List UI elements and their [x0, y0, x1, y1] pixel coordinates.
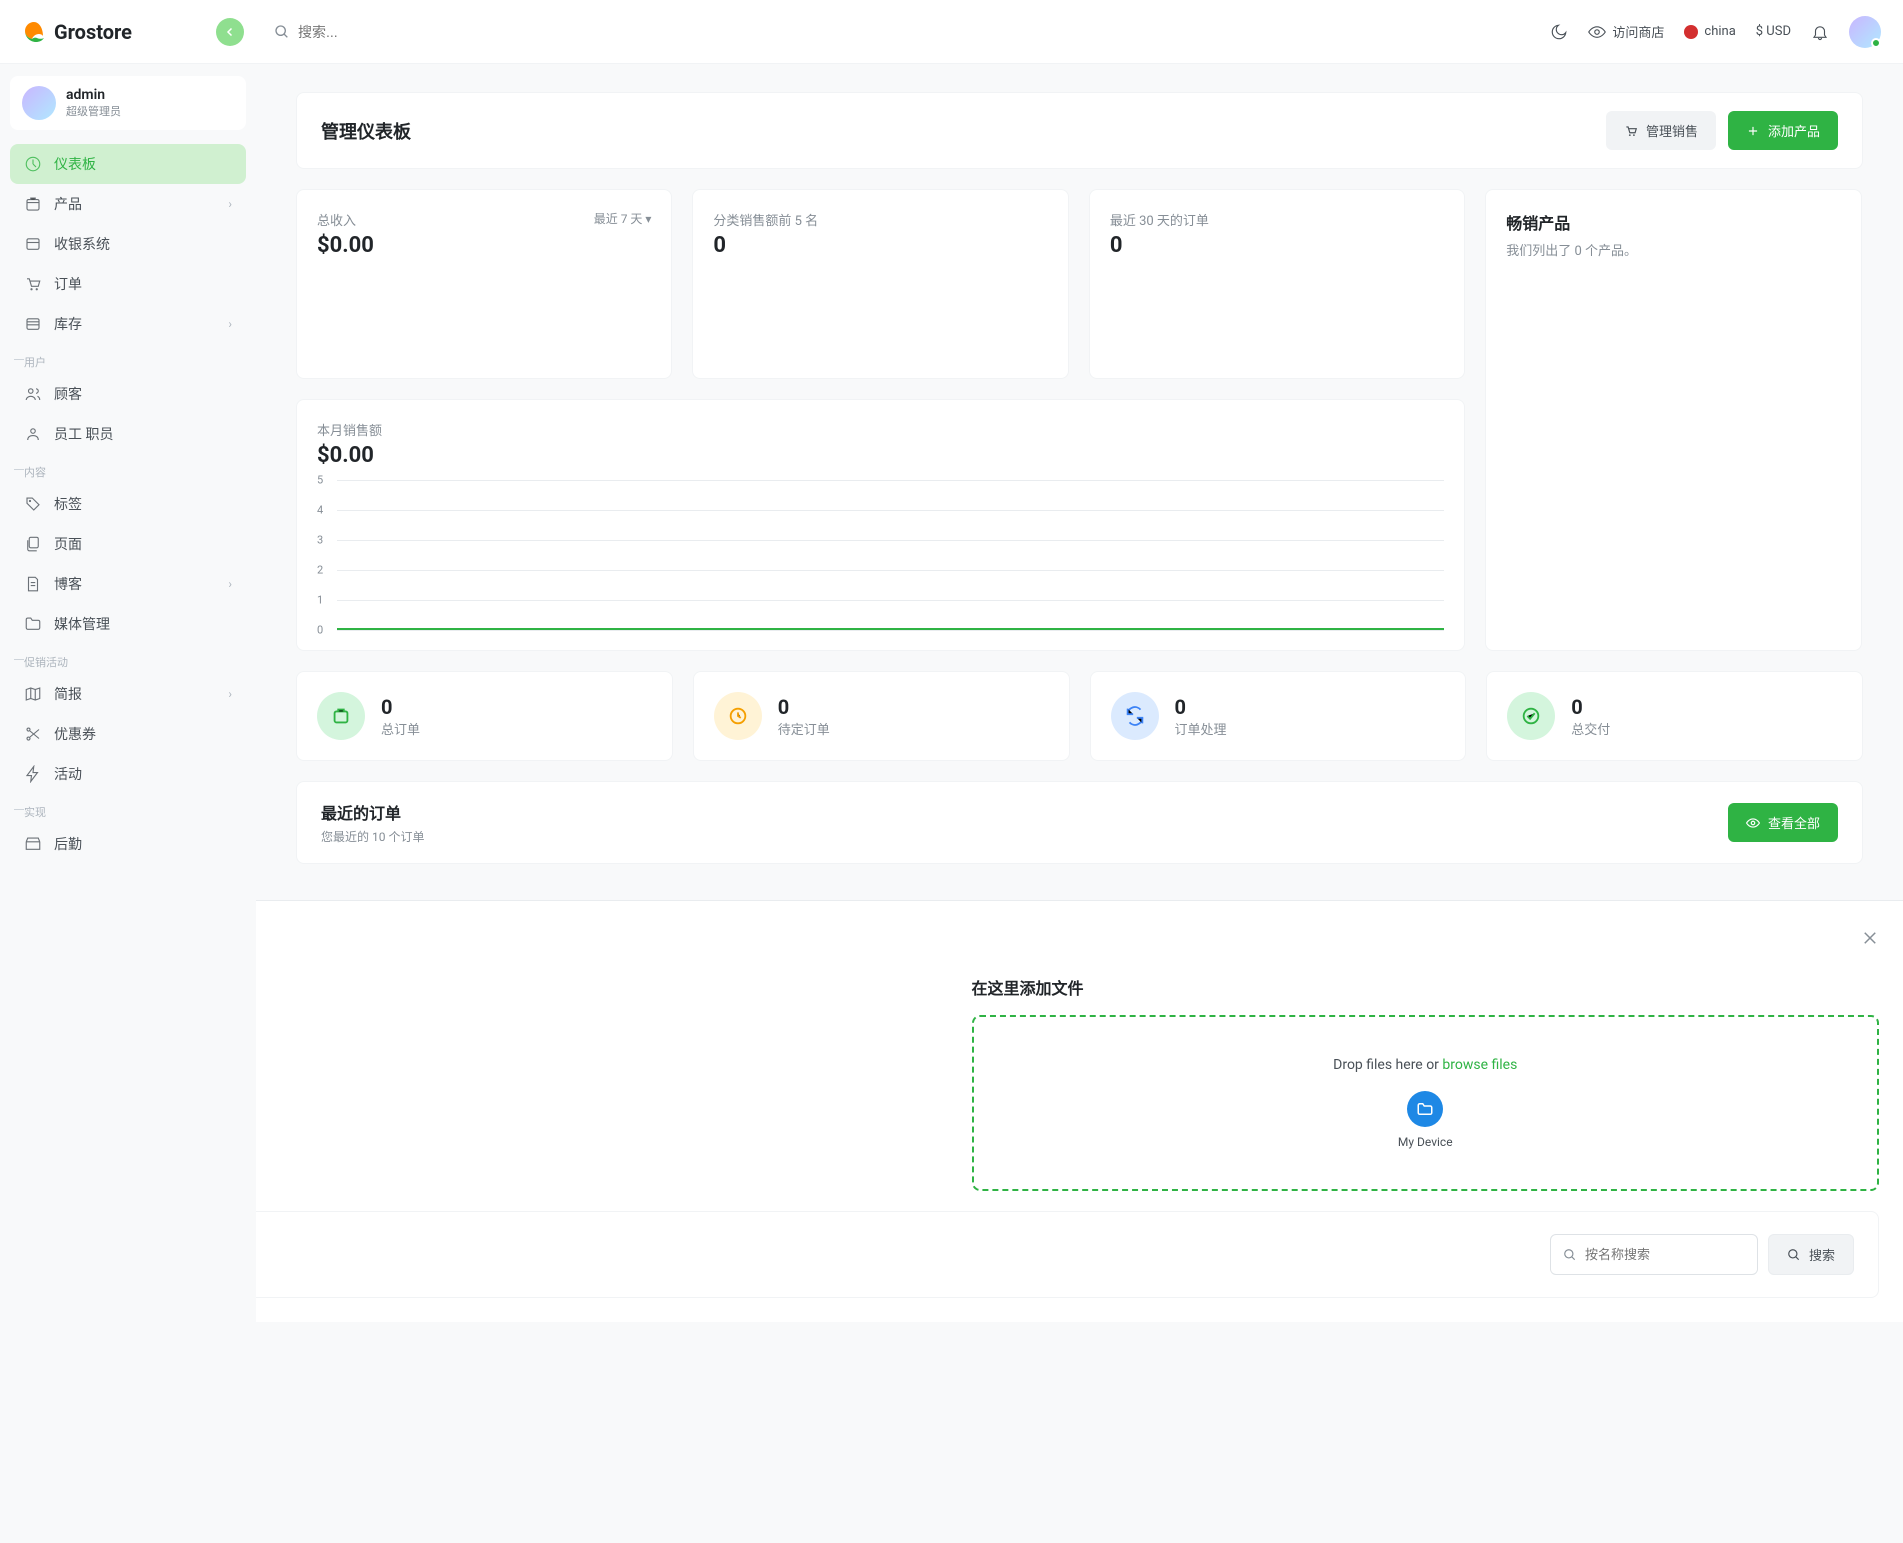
chevron-left-icon: [224, 26, 236, 38]
nav-pos[interactable]: 收银系统: [10, 224, 246, 264]
device-icon[interactable]: [1407, 1091, 1443, 1127]
counter-card: 0 待定订单: [693, 671, 1070, 761]
media-search-input[interactable]: [1585, 1247, 1745, 1262]
nav-products[interactable]: 产品 ›: [10, 184, 246, 224]
page-title: 管理仪表板: [321, 118, 411, 144]
sidebar-user-card[interactable]: admin 超级管理员: [10, 76, 246, 130]
chevron-right-icon: ›: [228, 687, 232, 701]
nav-blog[interactable]: 博客 ›: [10, 564, 246, 604]
nav-inventory[interactable]: 库存 ›: [10, 304, 246, 344]
nav-section-realize: 实现: [10, 794, 246, 824]
media-search-wrap[interactable]: [1550, 1234, 1758, 1275]
notifications-icon[interactable]: [1811, 23, 1829, 41]
recent-orders-card: 最近的订单 您最近的 10 个订单 查看全部: [296, 781, 1863, 864]
file-dropzone[interactable]: Drop files here or browse files My Devic…: [972, 1015, 1880, 1191]
revenue-range-dropdown[interactable]: 最近 7 天 ▾: [594, 210, 652, 227]
tag-icon: [24, 495, 42, 513]
nav-section-content: 内容: [10, 454, 246, 484]
header-search-input[interactable]: [298, 24, 598, 40]
sidebar-user-name: admin: [66, 87, 121, 103]
inventory-icon: [24, 315, 42, 333]
revenue-card: 最近 7 天 ▾ 总收入 $0.00: [296, 189, 672, 379]
nav-section-promo: 促销活动: [10, 644, 246, 674]
chevron-right-icon: ›: [228, 197, 232, 211]
counter-icon: [1111, 692, 1159, 740]
logo-area[interactable]: Grostore: [22, 20, 232, 44]
package-icon: [24, 195, 42, 213]
nav-pages[interactable]: 页面: [10, 524, 246, 564]
manage-sales-button[interactable]: 管理销售: [1606, 111, 1716, 150]
nav-coupons[interactable]: 优惠券: [10, 714, 246, 754]
page-header: 管理仪表板 管理销售 添加产品: [296, 92, 1863, 169]
plus-icon: [1746, 124, 1760, 138]
language-selector[interactable]: china: [1684, 24, 1735, 39]
sidebar-collapse-button[interactable]: [216, 18, 244, 46]
nav-newsletter[interactable]: 简报 ›: [10, 674, 246, 714]
monthly-sales-chart: 012345: [317, 480, 1444, 630]
currency-selector[interactable]: $ USD: [1756, 24, 1791, 39]
flag-icon: [1684, 25, 1698, 39]
browse-files-link[interactable]: browse files: [1442, 1057, 1517, 1073]
add-files-section: 在这里添加文件 Drop files here or browse files …: [972, 975, 1880, 1191]
close-icon[interactable]: [1861, 929, 1879, 947]
add-product-button[interactable]: 添加产品: [1728, 111, 1838, 150]
header-right: 访问商店 china $ USD: [1550, 16, 1881, 48]
nav-campaigns[interactable]: 活动: [10, 754, 246, 794]
nav-orders[interactable]: 订单: [10, 264, 246, 304]
logo-icon: [22, 20, 46, 44]
map-icon: [24, 685, 42, 703]
users-icon: [24, 385, 42, 403]
cart-icon: [1624, 124, 1638, 138]
counter-card: 0 总交付: [1486, 671, 1863, 761]
store-icon: [24, 835, 42, 853]
sidebar: admin 超级管理员 仪表板 产品 › 收银系统 订单 库存 › 用户 顾客 …: [0, 64, 256, 1543]
nav-customers[interactable]: 顾客: [10, 374, 246, 414]
nav-staff[interactable]: 员工 职员: [10, 414, 246, 454]
best-sellers-card: 畅销产品 我们列出了 0 个产品。: [1485, 189, 1862, 651]
counter-icon: [714, 692, 762, 740]
main-content: 管理仪表板 管理销售 添加产品 最近 7 天 ▾ 总收入 $0.00 分类销售额…: [256, 64, 1903, 892]
search-icon: [274, 24, 290, 40]
nav-logistics[interactable]: 后勤: [10, 824, 246, 864]
file-text-icon: [24, 575, 42, 593]
media-files-panel: 媒体文件 最近上传的文件 在这里添加文件 Drop files here or …: [0, 900, 1903, 1322]
counter-card: 0 总订单: [296, 671, 673, 761]
dashboard-icon: [24, 155, 42, 173]
scissors-icon: [24, 725, 42, 743]
chevron-right-icon: ›: [228, 317, 232, 331]
chevron-right-icon: ›: [228, 577, 232, 591]
nav-dashboard[interactable]: 仪表板: [10, 144, 246, 184]
cart-icon: [24, 275, 42, 293]
nav-tags[interactable]: 标签: [10, 484, 246, 524]
search-icon: [1787, 1248, 1801, 1262]
counter-icon: [1507, 692, 1555, 740]
user-avatar[interactable]: [1849, 16, 1881, 48]
monthly-sales-card: 本月销售额 $0.00 012345: [296, 399, 1465, 651]
sidebar-user-avatar: [22, 86, 56, 120]
orders30-card: 最近 30 天的订单 0: [1089, 189, 1465, 379]
top-header: Grostore 访问商店 china $ USD: [0, 0, 1903, 64]
folder-icon: [24, 615, 42, 633]
previous-uploads-card: 以前上传的文件 搜索: [24, 1211, 1879, 1298]
sidebar-user-role: 超级管理员: [66, 103, 121, 119]
media-search-button[interactable]: 搜索: [1768, 1234, 1854, 1275]
view-all-button[interactable]: 查看全部: [1728, 803, 1838, 842]
counter-card: 0 订单处理: [1090, 671, 1467, 761]
search-icon: [1563, 1248, 1577, 1262]
counter-icon: [317, 692, 365, 740]
dark-mode-icon[interactable]: [1550, 23, 1568, 41]
top5-card: 分类销售额前 5 名 0: [692, 189, 1068, 379]
eye-icon: [1746, 816, 1760, 830]
header-search[interactable]: [274, 24, 1550, 40]
eye-icon: [1588, 23, 1606, 41]
zap-icon: [24, 765, 42, 783]
user-icon: [24, 425, 42, 443]
nav-media[interactable]: 媒体管理: [10, 604, 246, 644]
nav-section-users: 用户: [10, 344, 246, 374]
copy-icon: [24, 535, 42, 553]
pos-icon: [24, 235, 42, 253]
logo-text: Grostore: [54, 20, 132, 44]
visit-store-link[interactable]: 访问商店: [1588, 22, 1664, 41]
